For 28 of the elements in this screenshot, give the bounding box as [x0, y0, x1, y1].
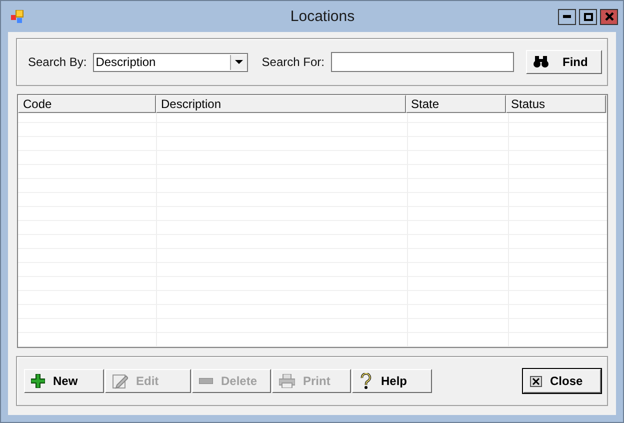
search-by-dropdown[interactable]: Description: [92, 52, 248, 72]
column-header[interactable]: State: [406, 95, 506, 113]
pencil-icon: [112, 373, 128, 389]
search-for-label: Search For:: [262, 55, 324, 69]
column-header[interactable]: Status: [506, 95, 606, 113]
help-button[interactable]: Help: [352, 369, 432, 393]
window-title: Locations: [289, 8, 355, 25]
maximize-button[interactable]: [579, 8, 597, 24]
minimize-button[interactable]: [558, 8, 576, 24]
close-icon: [604, 12, 614, 21]
minus-icon: [199, 378, 213, 384]
new-button[interactable]: New: [24, 369, 104, 393]
dropdown-arrow-icon: [234, 60, 243, 64]
column-header[interactable]: Code: [18, 95, 156, 113]
minimize-icon: [563, 15, 571, 18]
close-window-button[interactable]: [600, 8, 618, 24]
binoculars-icon: [532, 56, 548, 68]
search-by-label: Search By:: [28, 55, 87, 69]
question-icon: [359, 373, 373, 389]
maximize-icon: [584, 12, 592, 20]
close-button[interactable]: Close: [523, 369, 601, 393]
plus-icon: [31, 374, 45, 388]
search-field[interactable]: [330, 52, 514, 72]
column-header[interactable]: Description: [156, 95, 406, 113]
close-icon: [530, 376, 542, 386]
printer-icon: [279, 374, 295, 388]
app-icon: [11, 10, 25, 24]
find-button[interactable]: Find: [526, 50, 602, 74]
